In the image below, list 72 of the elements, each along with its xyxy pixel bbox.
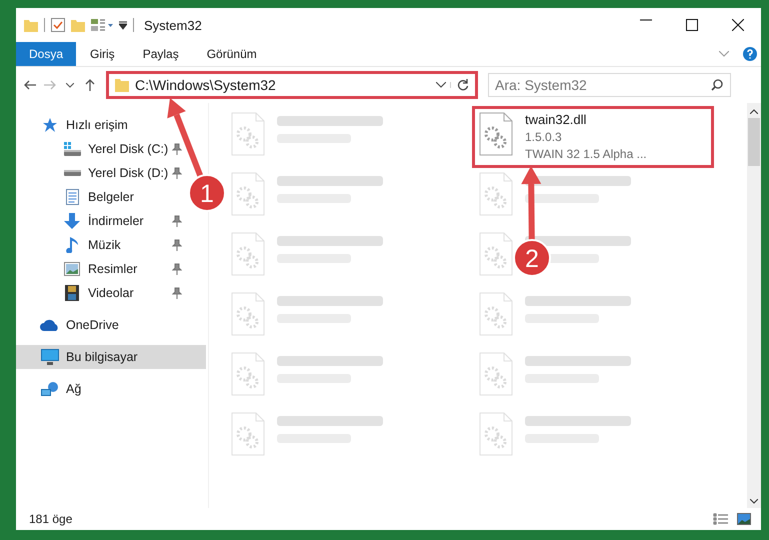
recent-caret-icon[interactable] <box>66 82 74 88</box>
back-arrow-icon[interactable] <box>24 80 36 90</box>
item-count: 181 öge <box>29 512 72 526</box>
gear-file-icon <box>231 412 265 456</box>
download-arrow-icon <box>64 213 80 229</box>
cloud-icon <box>40 319 60 331</box>
gear-file-icon <box>479 412 513 456</box>
picture-frame-icon <box>64 262 80 276</box>
monitor-icon <box>41 349 59 365</box>
ribbon-tab[interactable]: Paylaş <box>128 42 193 66</box>
network-icon <box>41 381 59 397</box>
gear-file-icon <box>231 232 265 276</box>
expand-chevron-icon[interactable] <box>719 51 729 57</box>
scrollbar-thumb[interactable] <box>748 118 760 166</box>
star-icon <box>42 118 58 132</box>
view-options-icon[interactable] <box>91 18 113 32</box>
search-icon[interactable] <box>711 79 723 91</box>
pin-icon[interactable] <box>172 143 182 155</box>
pin-icon[interactable] <box>172 287 182 299</box>
gear-file-icon <box>479 112 513 156</box>
pin-icon[interactable] <box>172 215 182 227</box>
sidebar-item[interactable]: Bu bilgisayar <box>16 345 206 369</box>
step-badge: 1 <box>188 174 226 212</box>
pin-icon[interactable] <box>172 263 182 275</box>
pin-icon[interactable] <box>172 167 182 179</box>
thumbnail-view-icon[interactable] <box>737 513 751 525</box>
gear-file-icon <box>231 292 265 336</box>
scroll-up-icon[interactable] <box>750 109 758 114</box>
pin-icon[interactable] <box>172 239 182 251</box>
film-icon <box>65 285 79 301</box>
sidebar-item[interactable]: Resimler <box>16 257 142 281</box>
sidebar-item[interactable]: Ağ <box>16 377 86 401</box>
folder-icon <box>115 78 129 92</box>
scroll-down-icon[interactable] <box>750 499 758 504</box>
drive-icon <box>64 170 80 176</box>
dropdown-caret-icon[interactable] <box>436 82 446 88</box>
minimize-icon[interactable] <box>640 19 652 21</box>
address-path: C:\Windows\System32 <box>135 77 277 93</box>
step-badge: 2 <box>513 239 551 277</box>
refresh-icon[interactable] <box>457 79 469 91</box>
window-title: System32 <box>144 18 202 32</box>
ribbon-tab[interactable]: Dosya <box>16 42 76 66</box>
maximize-icon[interactable] <box>686 19 698 31</box>
sidebar-item[interactable]: İndirmeler <box>16 209 148 233</box>
ribbon-tab[interactable]: Görünüm <box>192 42 271 66</box>
sidebar-item[interactable]: Belgeler <box>16 185 138 209</box>
address-bar[interactable]: C:\Windows\System32 <box>108 73 476 97</box>
sidebar-item[interactable]: Hızlı erişim <box>16 113 132 137</box>
properties-icon[interactable] <box>51 18 65 32</box>
close-icon[interactable] <box>732 19 744 31</box>
gear-file-icon <box>231 172 265 216</box>
gear-file-icon <box>479 352 513 396</box>
sidebar-item[interactable]: Yerel Disk (D:) <box>16 161 172 185</box>
file-item[interactable]: twain32.dll 1.5.0.3 TWAIN 32 1.5 Alpha ... <box>475 109 711 165</box>
help-icon[interactable] <box>743 47 757 61</box>
search-field[interactable]: Ara: System32 <box>488 73 731 97</box>
gear-file-icon <box>479 292 513 336</box>
sidebar-item[interactable]: Yerel Disk (C:) <box>16 137 172 161</box>
gear-file-icon <box>479 172 513 216</box>
ribbon-tab[interactable]: Giriş <box>76 42 129 66</box>
details-view-icon[interactable] <box>713 513 729 525</box>
customize-caret-icon[interactable] <box>119 20 127 30</box>
sidebar-item[interactable]: Videolar <box>16 281 138 305</box>
document-icon <box>66 189 78 205</box>
gear-file-icon <box>231 112 265 156</box>
music-note-icon <box>66 237 78 253</box>
gear-file-icon <box>231 352 265 396</box>
gear-file-icon <box>479 232 513 276</box>
drive-icon <box>64 142 80 156</box>
up-arrow-icon[interactable] <box>85 79 95 91</box>
sidebar-item[interactable]: Müzik <box>16 233 125 257</box>
sidebar-item[interactable]: OneDrive <box>16 313 123 337</box>
